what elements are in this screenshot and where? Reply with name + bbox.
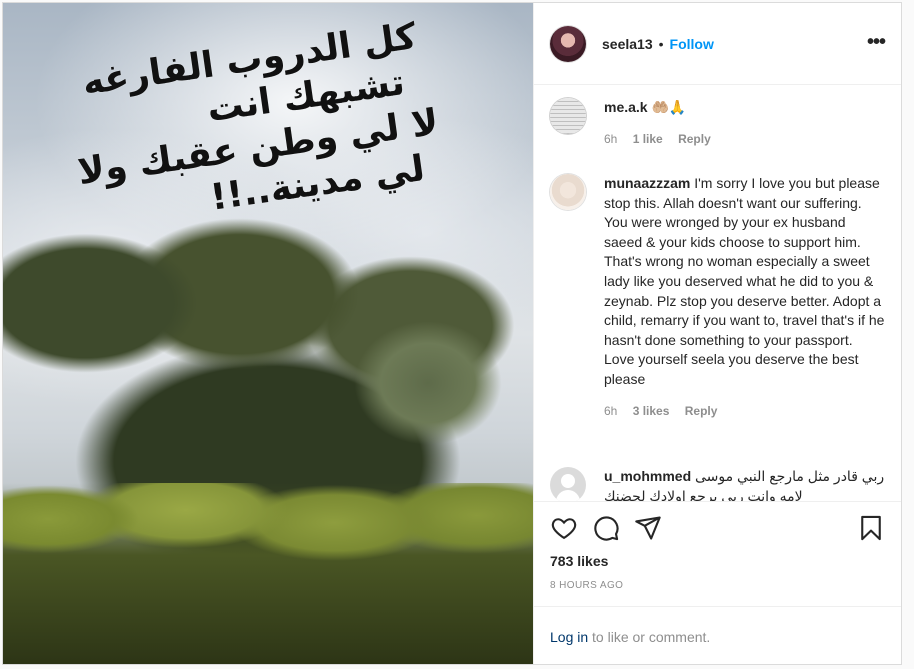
login-link[interactable]: Log in bbox=[550, 629, 588, 645]
comment-text: I'm sorry I love you but please stop thi… bbox=[604, 175, 885, 387]
comment-username[interactable]: u_mohmmed bbox=[604, 468, 691, 484]
post-author-username[interactable]: seela13 bbox=[602, 36, 653, 52]
avatar[interactable] bbox=[550, 174, 586, 210]
comment-time[interactable]: 6h bbox=[604, 132, 617, 146]
bookmark-icon[interactable] bbox=[857, 514, 885, 542]
post-sidebar: seela13 • Follow ••• me.a.k 🤲🏼🙏 6h 1 lik… bbox=[533, 3, 901, 664]
avatar[interactable] bbox=[550, 25, 586, 62]
comment-likes[interactable]: 3 likes bbox=[633, 404, 670, 418]
share-icon[interactable] bbox=[634, 514, 662, 542]
comment-item: munaazzzam I'm sorry I love you but plea… bbox=[550, 174, 885, 421]
avatar[interactable] bbox=[550, 467, 586, 501]
avatar[interactable] bbox=[550, 98, 586, 134]
login-prompt: Log in to like or comment. bbox=[534, 606, 901, 665]
post-photo: كل الدروب الفارغه تشبهك انت لا لي وطن عق… bbox=[3, 3, 533, 664]
photo-palm bbox=[323, 273, 533, 493]
comment-meta: 6h 3 likes Reply bbox=[604, 402, 885, 422]
comment-meta: 6h 1 like Reply bbox=[604, 130, 723, 150]
comment-item: me.a.k 🤲🏼🙏 6h 1 like Reply bbox=[550, 98, 885, 149]
comment-text: 🤲🏼🙏 bbox=[647, 99, 687, 115]
likes-count[interactable]: 783 likes bbox=[550, 553, 608, 569]
comment-time[interactable]: 6h bbox=[604, 404, 617, 418]
post-timestamp[interactable]: 8 HOURS AGO bbox=[550, 580, 623, 591]
login-prompt-text: to like or comment. bbox=[588, 629, 711, 645]
comment-likes[interactable]: 1 like bbox=[633, 132, 663, 146]
comment-username[interactable]: munaazzzam bbox=[604, 175, 690, 191]
post-header: seela13 • Follow ••• bbox=[534, 3, 901, 85]
reply-button[interactable]: Reply bbox=[678, 132, 711, 146]
comment-username[interactable]: me.a.k bbox=[604, 99, 648, 115]
more-options-icon[interactable]: ••• bbox=[867, 31, 886, 54]
comment-item: u_mohmmed ربي قادر مثل مارجع النبي موسى … bbox=[550, 467, 885, 501]
separator-dot: • bbox=[658, 35, 664, 52]
heart-icon[interactable] bbox=[550, 514, 578, 542]
photo-hedge bbox=[3, 483, 533, 664]
reply-button[interactable]: Reply bbox=[685, 404, 718, 418]
post-modal: كل الدروب الفارغه تشبهك انت لا لي وطن عق… bbox=[2, 2, 902, 665]
follow-button[interactable]: Follow bbox=[670, 36, 714, 52]
comment-icon[interactable] bbox=[592, 514, 620, 542]
post-actions: 783 likes 8 HOURS AGO Log in to like or … bbox=[534, 501, 901, 664]
comments-list[interactable]: me.a.k 🤲🏼🙏 6h 1 like Reply munaazzzam I'… bbox=[534, 86, 901, 501]
